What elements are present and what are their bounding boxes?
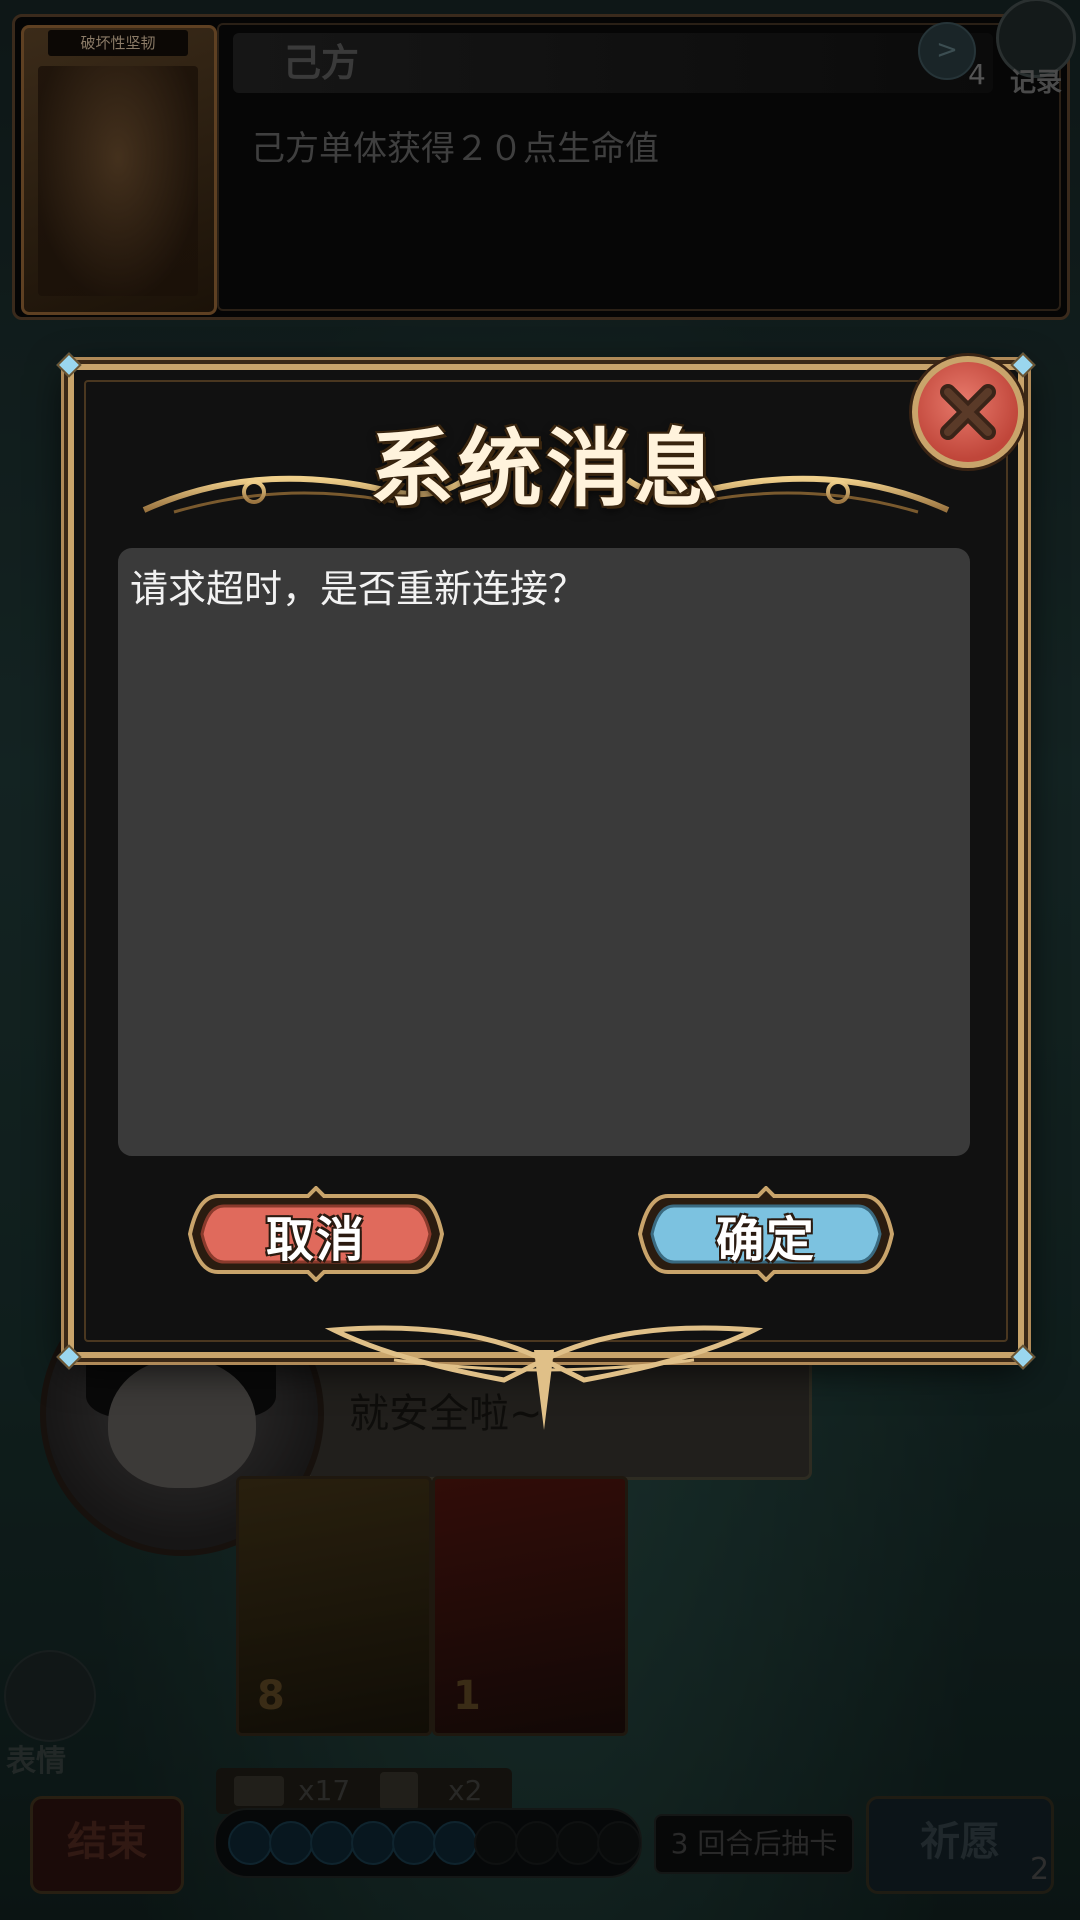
emote-label: 表情 [6, 1744, 66, 1779]
message-box: 请求超时，是否重新连接？ [118, 548, 970, 1156]
card-thumbnail-title: 破坏性坚韧 [48, 30, 188, 56]
hand-card-cost: 1 [453, 1673, 481, 1719]
deck-count: x17 [298, 1774, 351, 1807]
cancel-label: 取消 [265, 1212, 366, 1268]
emote-icon [4, 1650, 96, 1742]
card-info-panel: 破坏性坚韧 己方 己方单体获得２０点生命值 [12, 14, 1070, 320]
hand-cards: 8 1 [236, 1476, 656, 1736]
mana-orb-filled [228, 1821, 272, 1865]
mana-orb-empty [597, 1821, 641, 1865]
system-message-dialog: 系统消息 请求超时，是否重新连接？ 取消 确定 [56, 352, 1036, 1430]
confirm-button[interactable]: 确定 [634, 1186, 898, 1282]
card-portrait-image [38, 66, 198, 296]
close-button[interactable] [912, 356, 1024, 468]
end-turn-button[interactable]: 结束 [30, 1796, 184, 1894]
card-info-header: 己方 [233, 33, 993, 93]
pray-button[interactable]: 祈愿 [866, 1796, 1054, 1894]
card-thumbnail: 破坏性坚韧 [21, 25, 217, 315]
mana-orb-filled [269, 1821, 313, 1865]
mana-orb-empty [556, 1821, 600, 1865]
close-x-icon [940, 384, 996, 440]
log-count: 4 [968, 58, 986, 91]
dialog-title: 系统消息 [369, 419, 722, 518]
mana-orb-filled [392, 1821, 436, 1865]
mana-bar [214, 1808, 642, 1878]
avatar-face [108, 1358, 256, 1488]
mana-orb-empty [515, 1821, 559, 1865]
deck-stack-icon [234, 1776, 284, 1806]
confirm-label: 确定 [715, 1212, 816, 1268]
cancel-button[interactable]: 取消 [184, 1186, 448, 1282]
turn-info: 3 回合后抽卡 [654, 1814, 854, 1874]
record-button[interactable]: 记录 [990, 0, 1076, 98]
mana-orb-filled [351, 1821, 395, 1865]
hand-card[interactable]: 8 [236, 1476, 432, 1736]
mana-orb-filled [433, 1821, 477, 1865]
bottom-wing-ornament [324, 1325, 764, 1430]
pray-count: 2 [1030, 1852, 1050, 1887]
message-text: 请求超时，是否重新连接？ [130, 567, 587, 611]
hand-card[interactable]: 1 [432, 1476, 628, 1736]
hand-card-icon [380, 1772, 418, 1810]
mana-orb-empty [474, 1821, 518, 1865]
hand-card-cost: 8 [257, 1673, 285, 1719]
emote-button[interactable]: 表情 [0, 1650, 96, 1779]
side-label: 己方 [283, 41, 360, 85]
hand-count: x2 [448, 1774, 483, 1807]
card-effect-text: 己方单体获得２０点生命值 [251, 129, 659, 169]
record-label: 记录 [1009, 68, 1062, 98]
mana-orb-filled [310, 1821, 354, 1865]
deck-info: x17 x2 [216, 1768, 512, 1814]
